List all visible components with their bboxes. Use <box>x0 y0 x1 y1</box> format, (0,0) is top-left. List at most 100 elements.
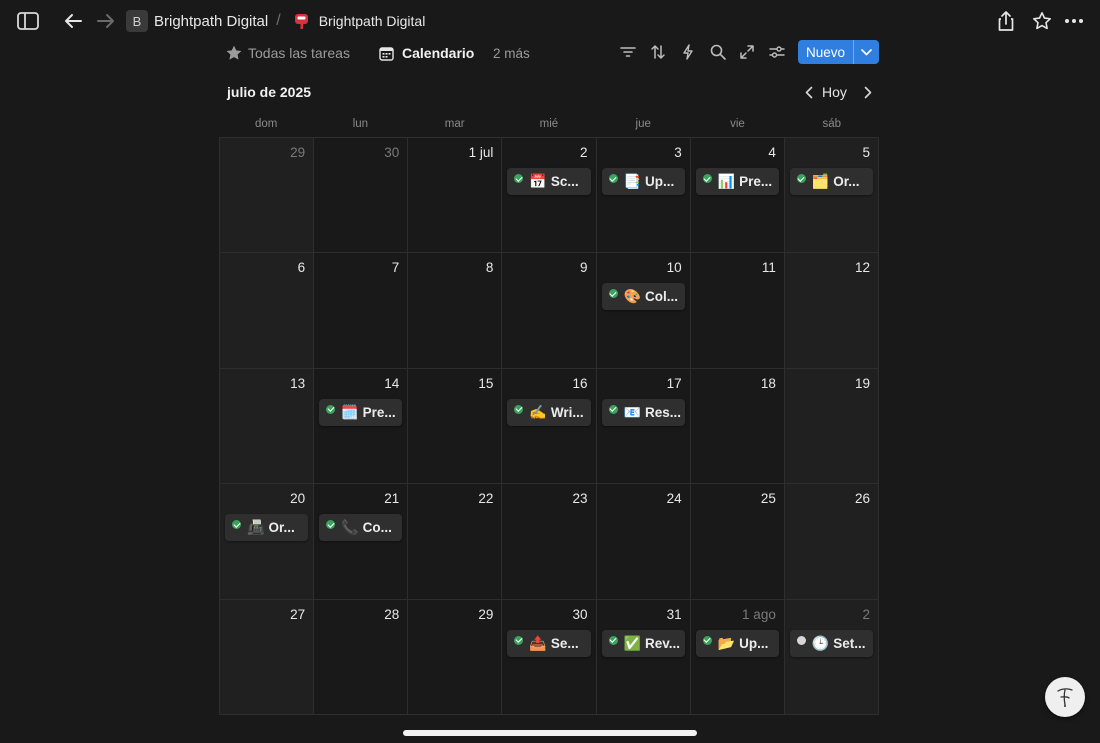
calendar-day-cell[interactable]: 4 📊 Pre... <box>690 138 785 254</box>
calendar-day-cell[interactable]: 5 🗂️ Or... <box>784 138 879 254</box>
tab-all-tasks[interactable]: Todas las tareas <box>225 43 350 63</box>
new-button[interactable]: Nuevo <box>798 40 853 64</box>
task-card[interactable]: 📤 Se... <box>507 629 591 657</box>
calendar-day-cell[interactable]: 10 🎨 Col... <box>596 253 691 369</box>
expand-icon[interactable] <box>736 42 758 62</box>
share-icon[interactable] <box>995 9 1017 33</box>
calendar-day-cell[interactable]: 9 <box>502 253 597 369</box>
task-emoji-icon: 📧 <box>623 403 641 420</box>
day-number: 30 <box>572 606 588 622</box>
calendar-day-cell[interactable]: 23 <box>502 484 597 600</box>
task-card[interactable]: 📠 Or... <box>225 514 309 542</box>
more-views-button[interactable]: 2 más <box>493 43 530 63</box>
day-number: 18 <box>760 375 776 391</box>
search-icon[interactable] <box>707 42 729 62</box>
task-card[interactable]: 🕒 Set... <box>789 629 873 657</box>
tab-calendar[interactable]: Calendario <box>379 43 474 63</box>
status-check-icon <box>608 174 618 183</box>
day-number: 2 <box>580 145 588 160</box>
home-indicator[interactable] <box>403 730 697 736</box>
calendar-day-cell[interactable]: 3 📑 Up... <box>596 138 691 254</box>
automation-icon[interactable] <box>677 42 699 62</box>
task-card[interactable]: 📊 Pre... <box>695 168 779 195</box>
calendar-day-cell[interactable]: 26 <box>784 484 879 600</box>
calendar-day-cell[interactable]: 28 <box>314 599 409 715</box>
day-number: 9 <box>580 260 588 276</box>
calendar-day-cell[interactable]: 11 <box>690 253 785 369</box>
task-card[interactable]: 📅 Sc... <box>507 168 591 195</box>
task-card[interactable]: 📞 Co... <box>319 514 403 542</box>
star-filled-icon <box>226 45 242 60</box>
weekday-label: vie <box>730 118 745 130</box>
calendar-day-cell[interactable]: 2 🕒 Set... <box>784 599 879 715</box>
settings-icon[interactable] <box>766 42 788 62</box>
calendar-day-cell[interactable]: 6 <box>220 253 315 369</box>
weekday-label: lun <box>352 118 369 130</box>
calendar-day-cell[interactable]: 21 📞 Co... <box>314 484 409 600</box>
calendar-day-cell[interactable]: 29 <box>220 138 315 254</box>
help-button[interactable] <box>1045 677 1085 717</box>
task-card[interactable]: 📑 Up... <box>601 168 685 195</box>
day-number: 10 <box>666 260 682 276</box>
task-card[interactable]: 📧 Res... <box>601 398 685 426</box>
star-icon[interactable] <box>1031 10 1053 32</box>
tab-all-tasks-label: Todas las tareas <box>248 45 350 61</box>
task-card[interactable]: 📂 Up... <box>695 629 779 657</box>
next-month-button[interactable] <box>861 84 875 100</box>
new-button-group: Nuevo <box>798 40 879 64</box>
status-check-icon <box>514 635 524 645</box>
new-dropdown-button[interactable] <box>853 40 879 64</box>
calendar-day-cell[interactable]: 14 🗓️ Pre... <box>314 368 409 485</box>
task-card[interactable]: 🗂️ Or... <box>789 168 873 195</box>
forward-arrow-icon[interactable] <box>95 11 117 31</box>
calendar-day-cell[interactable]: 8 <box>408 253 503 369</box>
calendar-day-cell[interactable]: 27 <box>220 599 315 715</box>
workspace-name[interactable]: Brightpath Digital <box>154 13 268 30</box>
more-views-label: 2 más <box>493 45 530 61</box>
more-icon[interactable] <box>1063 12 1085 30</box>
back-arrow-icon[interactable] <box>62 11 84 31</box>
calendar-day-cell[interactable]: 19 <box>784 368 879 485</box>
status-check-icon <box>326 404 336 414</box>
task-emoji-icon: 📤 <box>529 634 547 651</box>
calendar-day-cell[interactable]: 17 📧 Res... <box>596 368 691 485</box>
weekday-label: jue <box>635 118 651 130</box>
task-card[interactable]: ✍️ Wri... <box>507 398 591 426</box>
workspace-icon[interactable]: B <box>126 10 148 32</box>
sort-icon[interactable] <box>647 42 669 62</box>
status-check-icon <box>514 174 524 183</box>
task-title: Res... <box>645 404 682 420</box>
calendar-day-cell[interactable]: 15 <box>408 368 503 485</box>
calendar-day-cell[interactable]: 1 jul <box>408 138 503 254</box>
calendar-day-cell[interactable]: 29 <box>408 599 503 715</box>
filter-icon[interactable] <box>617 42 639 62</box>
page-title[interactable]: Brightpath Digital <box>319 13 426 29</box>
calendar-day-cell[interactable]: 30 <box>314 138 409 254</box>
calendar-day-cell[interactable]: 16 ✍️ Wri... <box>502 368 597 485</box>
day-number: 31 <box>666 606 682 622</box>
prev-month-button[interactable] <box>802 84 816 100</box>
calendar-day-cell[interactable]: 24 <box>596 484 691 600</box>
chevron-left-icon <box>805 86 813 98</box>
task-card[interactable]: 🗓️ Pre... <box>319 398 403 426</box>
calendar-day-cell[interactable]: 25 <box>690 484 785 600</box>
task-emoji-icon: 📂 <box>717 634 736 651</box>
calendar-day-cell[interactable]: 7 <box>314 253 409 369</box>
calendar-day-cell[interactable]: 12 <box>784 253 879 369</box>
calendar-day-cell[interactable]: 30 📤 Se... <box>502 599 597 715</box>
weekday-label: dom <box>254 118 278 130</box>
day-number: 13 <box>290 375 306 391</box>
day-number: 1 ago <box>742 606 776 622</box>
sidebar-toggle-icon[interactable] <box>16 10 40 32</box>
task-card[interactable]: ✅ Rev... <box>601 629 685 657</box>
calendar-day-cell[interactable]: 20 📠 Or... <box>220 484 315 600</box>
task-card[interactable]: 🎨 Col... <box>601 283 685 311</box>
calendar-day-cell[interactable]: 2 📅 Sc... <box>502 138 597 254</box>
calendar-day-cell[interactable]: 1 ago 📂 Up... <box>690 599 785 715</box>
chevron-right-icon <box>864 86 872 98</box>
calendar-day-cell[interactable]: 22 <box>408 484 503 600</box>
calendar-day-cell[interactable]: 31 ✅ Rev... <box>596 599 691 715</box>
today-button[interactable]: Hoy <box>822 84 847 100</box>
calendar-day-cell[interactable]: 13 <box>220 368 315 485</box>
calendar-day-cell[interactable]: 18 <box>690 368 785 485</box>
